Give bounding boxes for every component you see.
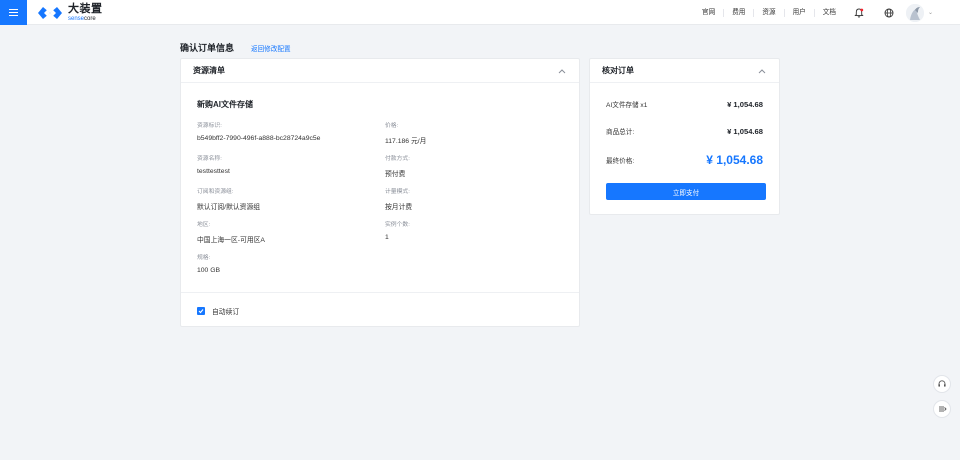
field-resource-name: 资源名称: testtesttest — [197, 156, 230, 175]
total-label: 商品总计: — [606, 129, 635, 136]
field-instance-count: 实例个数: 1 — [385, 222, 410, 241]
resource-card-header: 资源清单 — [181, 59, 579, 83]
field-payment-method: 付款方式: 预付费 — [385, 156, 410, 178]
field-billing-mode: 计量模式: 按月计费 — [385, 189, 413, 211]
final-price: ¥ 1,054.68 — [706, 153, 763, 167]
nav-item-billing[interactable]: 费用 — [724, 8, 755, 17]
product-name: 新购AI文件存储 — [197, 100, 253, 109]
logo[interactable]: 大装置 sensecore — [36, 4, 103, 22]
bell-icon — [854, 8, 864, 17]
resource-list-card: 资源清单 新购AI文件存储 资源标识: b549bff2-7990-496f-a… — [180, 58, 580, 327]
chevron-down-icon: ⌄ — [927, 10, 933, 16]
headset-icon — [938, 380, 946, 387]
order-card-title: 核对订单 — [602, 66, 634, 75]
collapse-chevron-icon[interactable] — [757, 66, 767, 76]
order-card-header: 核对订单 — [590, 59, 779, 83]
final-price-label: 最终价格: — [606, 158, 635, 165]
logo-title: 大装置 — [68, 3, 103, 15]
nav-item-users[interactable]: 用户 — [785, 8, 815, 17]
menu-button[interactable] — [0, 0, 27, 25]
hamburger-icon — [9, 11, 18, 14]
checkbox-checked-icon — [197, 307, 205, 315]
field-region: 地区: 中国上海一区-可用区A — [197, 222, 265, 244]
avatar — [905, 3, 924, 22]
collapse-chevron-icon[interactable] — [557, 66, 567, 76]
support-button[interactable] — [933, 375, 951, 393]
total-row: 商品总计: ¥ 1,054.68 — [606, 126, 763, 137]
language-button[interactable] — [874, 0, 904, 25]
page-title: 确认订单信息 — [180, 43, 235, 53]
globe-icon — [884, 8, 894, 17]
line-item-price: ¥ 1,054.68 — [727, 99, 763, 109]
field-resource-id: 资源标识: b549bff2-7990-496f-a888-bc28724a9c… — [197, 123, 321, 142]
line-item-label: AI文件存储 x1 — [606, 102, 648, 109]
side-panel-button[interactable] — [933, 400, 951, 418]
resource-card-title: 资源清单 — [193, 66, 225, 75]
collapse-list-icon — [939, 406, 947, 412]
auto-renew-label: 自动续订 — [212, 309, 240, 316]
nav-item-docs[interactable]: 文档 — [815, 9, 844, 17]
notification-button[interactable] — [844, 0, 874, 25]
user-menu[interactable]: ⌄ — [905, 3, 933, 22]
nav-item-resources[interactable]: 资源 — [754, 8, 785, 17]
line-item-row: AI文件存储 x1 ¥ 1,054.68 — [606, 99, 763, 110]
order-summary-card: 核对订单 AI文件存储 x1 ¥ 1,054.68 商品总计: ¥ 1,054.… — [589, 58, 780, 215]
total-price: ¥ 1,054.68 — [727, 126, 763, 136]
auto-renew-checkbox[interactable]: 自动续订 — [197, 306, 239, 316]
pay-now-button[interactable]: 立即支付 — [606, 183, 766, 200]
top-nav: 官网 费用 资源 用户 文档 ⌄ — [694, 0, 933, 25]
back-to-config-link[interactable]: 返回修改配置 — [251, 43, 291, 53]
logo-mark-icon — [38, 7, 62, 19]
logo-subtitle: sensecore — [68, 16, 96, 22]
field-spec: 规格: 100 GB — [197, 255, 221, 274]
final-price-row: 最终价格: ¥ 1,054.68 — [606, 153, 763, 167]
nav-item-website[interactable]: 官网 — [694, 8, 725, 17]
top-bar: 大装置 sensecore 官网 费用 资源 用户 文档 ⌄ — [0, 0, 960, 25]
field-price: 价格: 117.186 元/月 — [385, 123, 427, 145]
field-subscription-group: 订阅和资源组: 默认订阅/默认资源组 — [197, 189, 261, 211]
divider — [181, 292, 579, 293]
